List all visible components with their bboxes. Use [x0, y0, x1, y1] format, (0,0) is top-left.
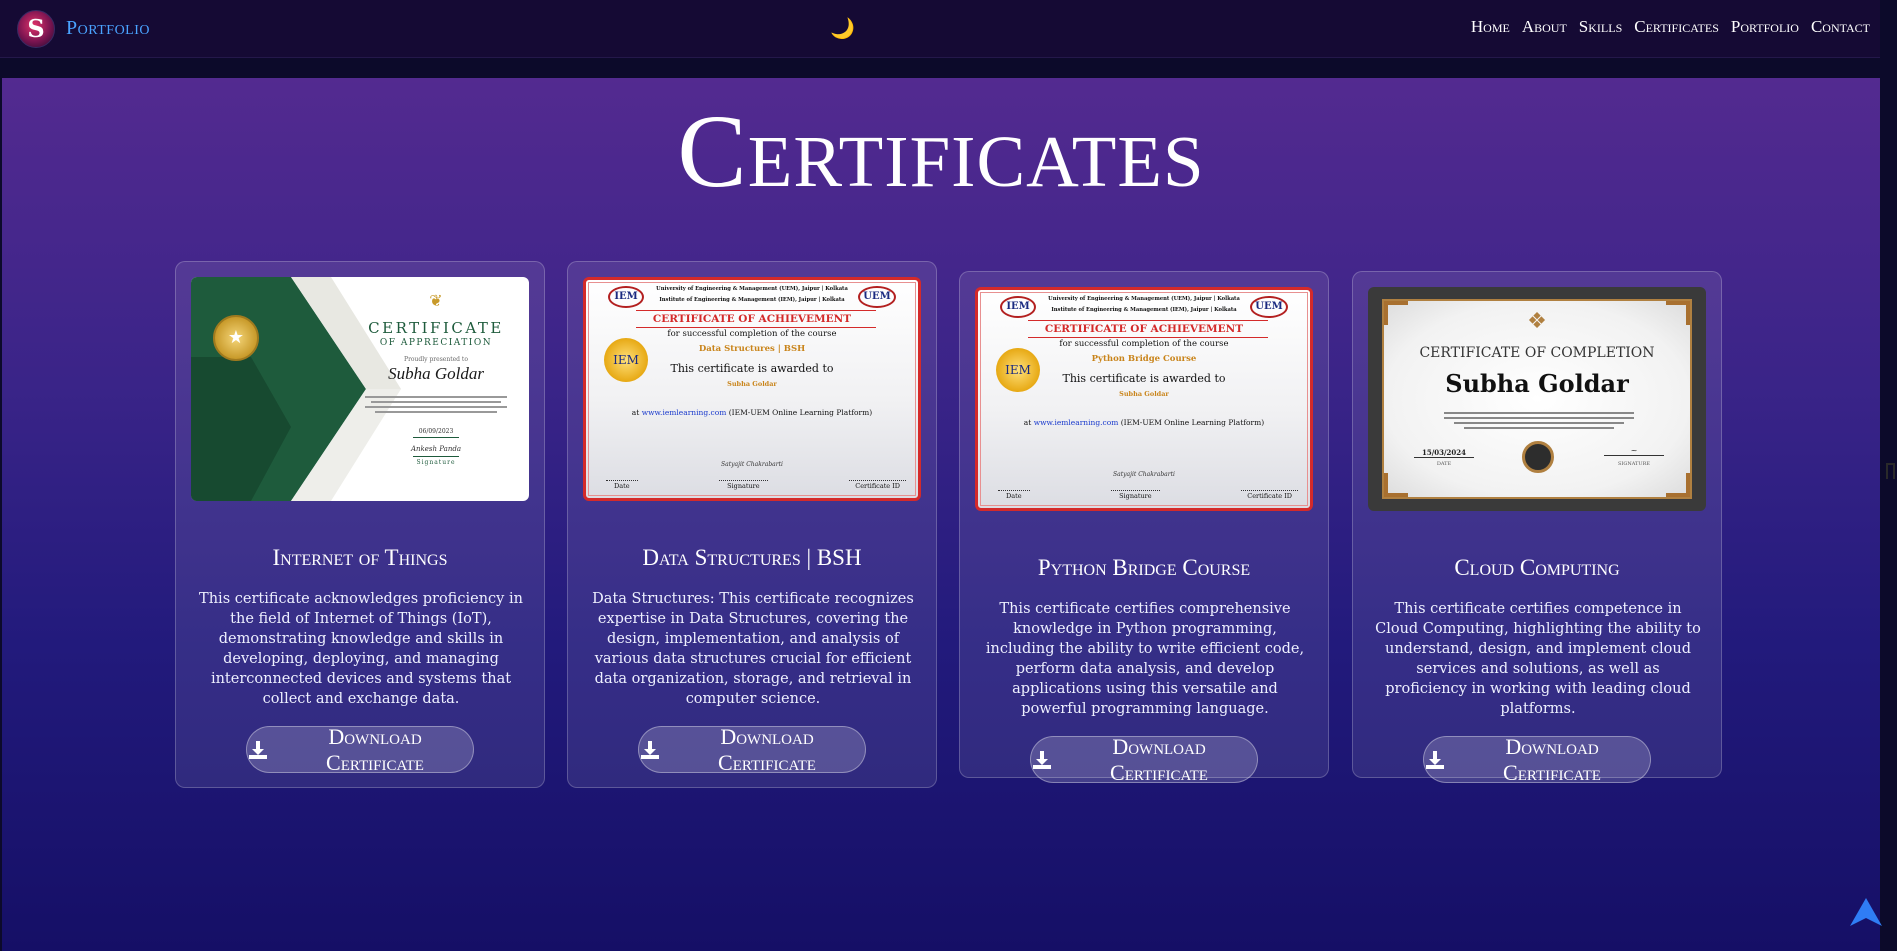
download-certificate-button[interactable]: Download Certificate — [638, 723, 866, 775]
cert-platform-prefix: at — [631, 408, 640, 417]
card-title: Cloud Computing — [1454, 555, 1620, 580]
cert-awarded: This certificate is awarded to — [670, 362, 834, 375]
certificate-image[interactable]: ❖ CERTIFICATE OF COMPLETION Subha Goldar… — [1368, 287, 1706, 511]
cert-signature-label: SIGNATURE — [1617, 461, 1651, 467]
cert-platform-suffix: (IEM-UEM Online Learning Platform) — [1120, 418, 1265, 427]
card-description: Data Structures: This certificate recogn… — [592, 591, 914, 707]
cert-signer: Satyajit Chakrabarti — [721, 461, 783, 468]
card-description: This certificate certifies competence in… — [1375, 601, 1701, 717]
cert-university-line: University of Engineering & Management (… — [656, 286, 848, 292]
cert-recipient: Subha Goldar — [388, 364, 484, 383]
card-title: Internet of Things — [272, 545, 448, 570]
cert-signer: Ankesh Panda — [410, 445, 461, 453]
card-title: Data Structures | BSH — [642, 545, 862, 570]
certificate-card: IEM UEM University of Engineering & Mana… — [567, 261, 937, 788]
cert-recipient: Subha Goldar — [1119, 390, 1169, 398]
cert-platform-link: www.iemlearning.com — [641, 408, 727, 417]
cert-platform-link: www.iemlearning.com — [1033, 418, 1119, 427]
certificate-image[interactable]: ★ ❦ CERTIFICATE OF APPRECIATION Proudly … — [191, 277, 529, 501]
cert-subheading: OF APPRECIATION — [379, 338, 493, 348]
cert-body-lines — [1444, 409, 1634, 432]
cert-completion: for successful completion of the course — [667, 329, 837, 339]
cert-completion: for successful completion of the course — [1059, 339, 1229, 349]
section-title: Certificates — [677, 94, 1205, 209]
nav-link-contact[interactable]: Contact — [1811, 17, 1870, 37]
card-description: This certificate acknowledges proficienc… — [199, 591, 523, 707]
cert-footer-date: Date — [606, 480, 638, 490]
cert-footer-id: Certificate ID — [849, 480, 906, 490]
bookmark-icon[interactable] — [1886, 463, 1895, 479]
nav-link-portfolio[interactable]: Portfolio — [1731, 17, 1799, 37]
cert-institute-line: Institute of Engineering & Management (I… — [659, 297, 845, 303]
download-icon — [1424, 749, 1446, 771]
download-certificate-button[interactable]: Download Certificate — [1423, 733, 1651, 785]
cert-platform-suffix: (IEM-UEM Online Learning Platform) — [728, 408, 873, 417]
cert-awarded: This certificate is awarded to — [1062, 372, 1226, 385]
arrow-up-icon[interactable] — [1850, 898, 1882, 932]
cert-footer-id: Certificate ID — [1241, 490, 1298, 500]
gold-seal-icon: ★ — [213, 315, 259, 361]
laurel-icon: ❦ — [429, 291, 443, 310]
cert-recipient: Subha Goldar — [1445, 369, 1629, 398]
cert-date: 06/09/2023 — [418, 428, 454, 435]
cert-body-lines — [365, 393, 507, 421]
iem-seal-icon: IEM — [996, 348, 1040, 392]
nav-menu: Home About Skills Certificates Portfolio… — [1459, 17, 1870, 37]
cert-heading: CERTIFICATE OF ACHIEVEMENT — [652, 313, 852, 325]
certificate-card: ❖ CERTIFICATE OF COMPLETION Subha Goldar… — [1352, 271, 1722, 785]
certificate-card: IEM UEM University of Engineering & Mana… — [959, 271, 1329, 785]
cert-signer: Satyajit Chakrabarti — [1113, 471, 1175, 478]
nav-link-about[interactable]: About — [1522, 17, 1567, 37]
cert-platform-prefix: at — [1023, 418, 1032, 427]
cert-footer-signature: Signature — [1111, 490, 1160, 500]
cert-date-label: DATE — [1436, 461, 1452, 467]
cert-footer-date: Date — [998, 490, 1030, 500]
cert-signature-label: Signature — [416, 459, 456, 466]
cert-recipient: Subha Goldar — [727, 380, 777, 388]
crest-icon: ❖ — [1527, 309, 1547, 334]
certificate-card: ★ ❦ CERTIFICATE OF APPRECIATION Proudly … — [175, 261, 545, 788]
download-icon — [247, 739, 269, 761]
cert-heading: CERTIFICATE OF ACHIEVEMENT — [1044, 323, 1244, 335]
download-button-label: Download Certificate — [1110, 733, 1208, 785]
nav-link-skills[interactable]: Skills — [1579, 17, 1622, 37]
certificate-image[interactable]: IEM UEM University of Engineering & Mana… — [583, 277, 921, 501]
download-icon — [1031, 749, 1053, 771]
cert-heading: CERTIFICATE — [368, 319, 504, 337]
brand[interactable]: S Portfolio — [17, 9, 150, 48]
moon-icon[interactable]: 🌙 — [830, 16, 855, 40]
download-button-label: Download Certificate — [326, 723, 424, 775]
certificate-green-panel — [191, 277, 401, 501]
download-certificate-button[interactable]: Download Certificate — [1030, 733, 1258, 785]
card-title: Python Bridge Course — [1037, 555, 1251, 580]
cert-date: 15/03/2024 — [1414, 448, 1474, 458]
card-description: This certificate certifies comprehensive… — [985, 601, 1305, 717]
iem-seal-icon: IEM — [604, 338, 648, 382]
download-button-label: Download Certificate — [718, 723, 816, 775]
cert-footer-signature: Signature — [719, 480, 768, 490]
navbar: S Portfolio 🌙 Home About Skills Certific… — [0, 0, 1880, 58]
brand-name[interactable]: Portfolio — [66, 17, 150, 40]
download-icon — [639, 739, 661, 761]
cert-university-line: University of Engineering & Management (… — [1048, 296, 1240, 302]
cert-heading: CERTIFICATE OF COMPLETION — [1419, 345, 1655, 361]
cert-institute-line: Institute of Engineering & Management (I… — [1051, 307, 1237, 313]
cert-presented: Proudly presented to — [404, 356, 468, 363]
nav-link-certificates[interactable]: Certificates — [1634, 17, 1719, 37]
logo-icon[interactable]: S — [17, 9, 55, 48]
nav-link-home[interactable]: Home — [1471, 17, 1510, 37]
certificate-paper: ❖ CERTIFICATE OF COMPLETION Subha Goldar… — [1382, 299, 1692, 499]
certificates-section: Certificates ★ ❦ CERTIFICATE OF APPRECIA… — [2, 78, 1880, 951]
download-certificate-button[interactable]: Download Certificate — [246, 723, 474, 775]
certificate-image[interactable]: IEM UEM University of Engineering & Mana… — [975, 287, 1313, 511]
download-button-label: Download Certificate — [1503, 733, 1601, 785]
medal-icon — [1522, 441, 1554, 473]
